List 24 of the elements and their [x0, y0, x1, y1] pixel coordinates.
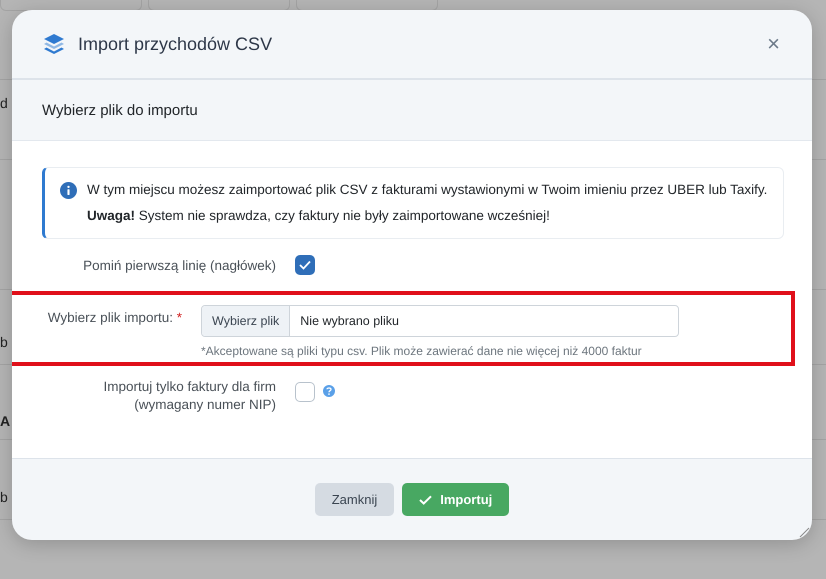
checkbox[interactable]	[295, 382, 315, 402]
info-text: W tym miejscu możesz zaimportować plik CSV z fakturami wystawionymi w Twoim imieniu przez UBER lub Taxify.	[87, 181, 768, 199]
info-icon	[60, 182, 77, 199]
warning-text: Uwaga! System nie sprawdza, czy faktury nie były zaimportowane wcześniej!	[87, 207, 551, 225]
background-text: b	[0, 489, 8, 507]
check-icon	[299, 260, 311, 270]
hint-text: *Akceptowane są pliki typu csv. Plik może zawierać dane nie więcej niż 4000 faktur	[201, 344, 643, 358]
background-text: A	[0, 413, 10, 431]
close-dialog-button[interactable]: Zamknij	[314, 483, 394, 516]
field-label: Pomiń pierwszą linię (nagłówek)	[83, 258, 276, 273]
layers-icon	[42, 32, 66, 56]
check-icon	[419, 494, 432, 504]
help-icon[interactable]	[323, 385, 335, 397]
close-button[interactable]: ×	[763, 31, 784, 57]
resize-grip-icon[interactable]	[798, 526, 810, 538]
dialog-title: Import przychodów CSV	[78, 34, 274, 54]
field-label: Wybierz plik importu:	[48, 310, 173, 325]
section-title: Wybierz plik do importu	[42, 102, 198, 118]
checkbox[interactable]	[295, 255, 315, 275]
field-label: Importuj tylko faktury dla firm (wymagany numer NIP)	[103, 379, 276, 412]
background-text: d	[0, 95, 8, 113]
background-text: b	[0, 334, 8, 352]
file-input[interactable]: Wybierz plik Nie wybrano pliku	[201, 305, 679, 337]
required-mark: *	[176, 310, 182, 325]
